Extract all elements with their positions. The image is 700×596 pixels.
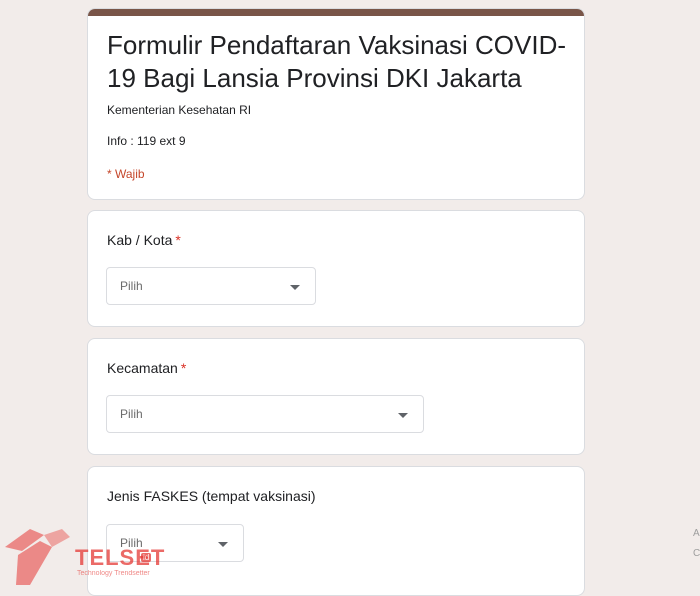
kab-kota-dropdown[interactable]: Pilih (106, 267, 316, 305)
question-label-text: Kab / Kota (107, 232, 173, 248)
form-header-card: Formulir Pendaftaran Vaksinasi COVID-19 … (87, 8, 585, 200)
required-asterisk: * (175, 232, 181, 248)
kecamatan-dropdown[interactable]: Pilih (106, 395, 424, 433)
question-label-text: Jenis FASKES (tempat vaksinasi) (107, 488, 316, 504)
question-label: Jenis FASKES (tempat vaksinasi) (107, 488, 316, 504)
dropdown-arrow-icon (218, 542, 228, 547)
dropdown-placeholder: Pilih (120, 279, 143, 293)
dropdown-arrow-icon (398, 413, 408, 418)
watermark-tagline: Technology Trendsetter (77, 570, 150, 577)
question-label: Kecamatan * (107, 360, 186, 376)
form-description-organization: Kementerian Kesehatan RI (107, 103, 252, 117)
cropped-edge-text: C (693, 548, 700, 559)
form-title: Formulir Pendaftaran Vaksinasi COVID-19 … (107, 30, 567, 93)
question-label: Kab / Kota * (107, 232, 181, 248)
form-description-info: Info : 119 ext 9 (107, 134, 186, 148)
question-card-kab-kota: Kab / Kota * Pilih (87, 210, 585, 327)
dropdown-placeholder: Pilih (120, 407, 143, 421)
cropped-edge-text: A (693, 528, 700, 539)
watermark-brand: TELSET (75, 545, 166, 570)
question-label-text: Kecamatan (107, 360, 178, 376)
header-accent-bar (88, 9, 584, 16)
required-asterisk: * (180, 360, 187, 376)
dropdown-arrow-icon (290, 285, 300, 290)
question-card-kecamatan: Kecamatan * Pilih (87, 338, 585, 455)
required-note: * Wajib (107, 167, 145, 181)
watermark-badge: id (141, 553, 152, 562)
